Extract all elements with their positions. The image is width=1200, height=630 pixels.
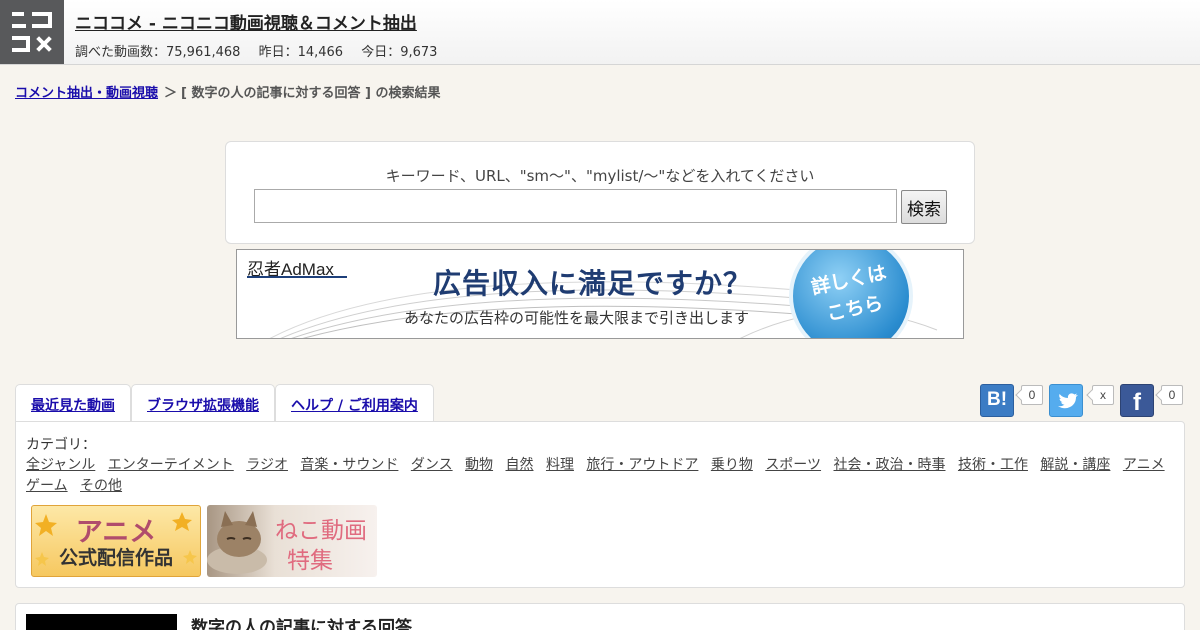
search-hint: キーワード、URL、"sm〜"、"mylist/〜"などを入れてください (385, 167, 815, 185)
site-title[interactable]: ニココメ - ニコニコ動画視聴＆コメント抽出 (75, 9, 417, 34)
ad-brand-underline (247, 276, 347, 278)
tab-label[interactable]: 最近見た動画 (31, 398, 115, 414)
facebook-count: 0 (1161, 385, 1183, 405)
hatena-bookmark-button[interactable]: B! (980, 384, 1014, 417)
category-link[interactable]: 自然 (506, 457, 534, 473)
twitter-count: x (1092, 385, 1114, 405)
facebook-icon: f (1133, 389, 1141, 416)
tab-help[interactable]: ヘルプ / ご利用案内 (275, 384, 434, 423)
cat-image-icon (207, 511, 267, 574)
category-link[interactable]: 旅行・アウトドア (586, 457, 698, 473)
breadcrumb-current: [ 数字の人の記事に対する回答 ] の検索結果 (181, 86, 441, 101)
category-link[interactable]: 乗り物 (711, 457, 753, 473)
category-link[interactable]: エンターテイメント (108, 457, 234, 473)
tab-label[interactable]: ヘルプ / ご利用案内 (291, 398, 418, 414)
category-link[interactable]: ダンス (411, 457, 453, 473)
logo-mark (12, 12, 24, 16)
result-title[interactable]: 数字の人の記事に対する回答 (191, 613, 412, 630)
category-link[interactable]: 音楽・サウンド (300, 457, 398, 473)
category-link[interactable]: ゲーム (26, 478, 68, 494)
category-link[interactable]: 料理 (546, 457, 574, 473)
category-link[interactable]: 動物 (465, 457, 493, 473)
category-link[interactable]: スポーツ (765, 457, 821, 473)
category-links: 全ジャンル エンターテイメント ラジオ 音楽・サウンド ダンス 動物 自然 料理… (26, 455, 1176, 497)
category-label: カテゴリ： (26, 437, 96, 453)
category-link[interactable]: 社会・政治・時事 (834, 457, 946, 473)
breadcrumb: コメント抽出・動画視聴 ＞[ 数字の人の記事に対する回答 ] の検索結果 (15, 82, 441, 101)
logo-mark (12, 48, 30, 52)
tab-recent-videos[interactable]: 最近見た動画 (15, 384, 131, 423)
category-link[interactable]: ラジオ (246, 457, 288, 473)
cat-banner-subtitle: 特集 (287, 548, 333, 574)
ad-headline: 広告収入に満足ですか？ (433, 267, 753, 300)
search-input[interactable] (254, 189, 897, 223)
anime-official-banner[interactable]: アニメ 公式配信作品 (31, 505, 201, 577)
category-link[interactable]: 技術・工作 (958, 457, 1028, 473)
stat-today: 今日：9,673 (361, 45, 438, 60)
search-panel: キーワード、URL、"sm〜"、"mylist/〜"などを入れてください 検索 (225, 141, 975, 244)
breadcrumb-home-link[interactable]: コメント抽出・動画視聴 (15, 86, 158, 101)
stat-total: 調べた動画数：75,961,468 (75, 45, 241, 60)
logo-mark (32, 24, 52, 28)
hatena-count: 0 (1021, 385, 1043, 405)
site-logo[interactable] (0, 0, 64, 64)
twitter-bird-icon (1058, 393, 1078, 409)
cat-banner-title: ねこ動画 (275, 518, 367, 544)
tab-label[interactable]: ブラウザ拡張機能 (147, 398, 259, 414)
search-button[interactable]: 検索 (901, 190, 947, 224)
stat-yesterday: 昨日：14,466 (258, 45, 344, 60)
tab-browser-extension[interactable]: ブラウザ拡張機能 (131, 384, 275, 423)
category-link[interactable]: 解説・講座 (1040, 457, 1110, 473)
anime-banner-subtitle: 公式配信作品 (58, 547, 173, 569)
breadcrumb-separator: ＞ (164, 86, 178, 101)
hatena-icon: B! (986, 389, 1008, 410)
cat-video-banner[interactable]: ねこ動画 特集 (207, 505, 377, 577)
logo-mark (12, 24, 26, 28)
category-link[interactable]: その他 (80, 478, 122, 494)
category-link[interactable]: アニメ (1123, 457, 1165, 473)
site-header: ニココメ - ニコニコ動画視聴＆コメント抽出 調べた動画数：75,961,468… (0, 0, 1200, 65)
site-stats: 調べた動画数：75,961,468 昨日：14,466 今日：9,673 (75, 41, 451, 60)
ad-subtext: あなたの広告枠の可能性を最大限まで引き出します (404, 309, 750, 327)
ad-banner[interactable]: 忍者AdMax 広告収入に満足ですか？ あなたの広告枠の可能性を最大限まで引き出… (236, 249, 964, 339)
twitter-button[interactable] (1049, 384, 1083, 417)
category-panel: カテゴリ： 全ジャンル エンターテイメント ラジオ 音楽・サウンド ダンス 動物… (15, 421, 1185, 588)
result-thumbnail[interactable] (26, 614, 177, 630)
result-card: 数字の人の記事に対する回答 (15, 603, 1185, 630)
category-link[interactable]: 全ジャンル (26, 457, 95, 473)
facebook-button[interactable]: f (1120, 384, 1154, 417)
